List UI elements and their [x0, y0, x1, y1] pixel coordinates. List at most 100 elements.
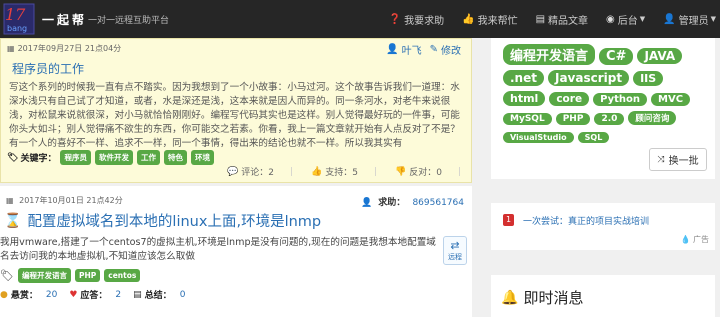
help-request-card: ▦ 2017年10月01日 21点42分 👤 求助： 869561764 ⌛ 配… [0, 186, 472, 317]
user-icon: 👤 [360, 198, 373, 208]
sidebar-tag[interactable]: 编程开发语言 [503, 44, 596, 65]
keyword-tag[interactable]: 环境 [190, 150, 214, 165]
request-poster-value[interactable]: 869561764 [412, 198, 464, 208]
nav-offer-help-label: 我来帮忙 [477, 15, 518, 27]
sidebar-tag[interactable]: Python [593, 93, 647, 106]
sidebar-tag[interactable]: PHP [555, 113, 591, 125]
sidebar-tag[interactable]: core [549, 92, 590, 106]
request-body: 我用vmware,搭建了一个centos7的虚拟主机,环境是lnmp是没有问题的… [0, 237, 436, 262]
request-tag[interactable]: PHP [74, 269, 101, 282]
nav-admin-label: 后台 [617, 15, 638, 27]
keyword-tag[interactable]: 工作 [136, 150, 160, 165]
sidebar-tag[interactable]: SQL [577, 132, 610, 143]
nav-admin-dropdown[interactable]: ◉ 后台 ▼ [606, 12, 645, 27]
request-tags: 🏷 编程开发语言 PHP centos [0, 268, 141, 283]
chevron-down-icon: ▼ [710, 15, 716, 23]
article-keywords: 🏷 关键字： 程序员 软件开发 工作 特色 环境 [7, 150, 214, 165]
bounty-stat: ● 悬赏： 20 [0, 288, 58, 302]
nav-articles-label: 精品文章 [548, 15, 589, 27]
user-icon: 👤 [663, 13, 676, 25]
request-poster-label: 求助： [378, 198, 406, 208]
sidebar-tag[interactable]: IIS [633, 71, 664, 86]
tags-icon: 🏷 [7, 152, 19, 163]
brand-slogan: 一对一远程互助平台 [88, 16, 170, 26]
bounty-value: 20 [45, 289, 58, 300]
oppose-count[interactable]: 👎 反对：0 | [395, 165, 461, 179]
nav-links: ❓ 我要求助 👍 我来帮忙 ▤ 精品文章 ◉ 后台 ▼ 👤 管理员 ▼ [371, 0, 716, 38]
sidebar-tag[interactable]: JAVA [637, 48, 683, 64]
bell-icon: 🔔 [501, 289, 519, 306]
keyword-tag[interactable]: 程序员 [60, 150, 91, 165]
nav-articles[interactable]: ▤ 精品文章 [536, 12, 588, 27]
edit-link[interactable]: 修改 [441, 42, 461, 57]
article-excerpt: 写这个系列的时候我一直有点不踏实。因为我想到了一个小故事：小马过河。这个故事告诉… [9, 82, 460, 149]
answer-label: 应答： [80, 291, 108, 301]
coin-icon: ● [0, 289, 8, 300]
article-author-actions: 👤 叶飞 ✎ 修改 [386, 42, 461, 57]
sidebar-tag[interactable]: VisualStudio [503, 132, 574, 143]
comment-label: 评论：2 [241, 168, 274, 178]
oppose-label: 反对：0 [409, 168, 442, 178]
dashboard-icon: ◉ [606, 13, 615, 25]
keyword-tag[interactable]: 特色 [163, 150, 187, 165]
request-stats: ● 悬赏： 20 ♥ 应答： 2 ▤ 总结： 0 [0, 288, 197, 302]
article-title[interactable]: 程序员的工作 [12, 60, 84, 77]
ad-label: 广告 [693, 235, 709, 244]
sidebar-tag[interactable]: MVC [651, 93, 691, 106]
remote-label: 远程 [448, 253, 462, 261]
promo-panel: 1 一次尝试：真正的项目实战培训 💧 广告 [491, 203, 715, 250]
svg-text:17: 17 [5, 5, 26, 24]
nav-ask-help[interactable]: ❓ 我要求助 [389, 12, 444, 27]
swap-batch-button[interactable]: ⤨ 换一批 [649, 148, 707, 171]
nav-offer-help[interactable]: 👍 我来帮忙 [462, 12, 517, 27]
document-icon: ▤ [133, 289, 142, 300]
bounty-label: 悬赏： [10, 291, 38, 301]
request-tag[interactable]: centos [104, 269, 141, 282]
request-tag[interactable]: 编程开发语言 [17, 268, 71, 283]
request-title-row: ⌛ 配置虚拟域名到本地的linux上面,环境是lnmp [4, 210, 321, 231]
sidebar-tag[interactable]: .net [503, 70, 544, 86]
summary-value: 0 [179, 289, 186, 300]
answer-value: 2 [115, 289, 122, 300]
article-datetime: 2017年09月27日 21点04分 [17, 44, 122, 53]
tag-cloud: 编程开发语言 C# JAVA .net Javascript IIS html core Pyt… [503, 44, 713, 148]
sidebar-tag[interactable]: MySQL [503, 113, 552, 125]
article-meta: ▦ 2017年09月27日 21点04分 [7, 43, 121, 54]
svg-text:bang: bang [7, 24, 27, 33]
ad-label-row: 💧 广告 [680, 234, 709, 245]
sidebar-tag[interactable]: Javascript [547, 70, 630, 86]
comment-count[interactable]: 💬 评论：2 | [227, 165, 293, 179]
nav-ask-help-label: 我要求助 [404, 15, 445, 27]
keyword-label: 关键字： [20, 154, 57, 164]
article-stats: 💬 评论：2 | 👍 支持：5 | 👎 反对：0 | [209, 165, 461, 179]
request-meta: ▦ 2017年10月01日 21点42分 [6, 195, 123, 206]
keyword-tag[interactable]: 软件开发 [94, 150, 133, 165]
swap-label: 换一批 [668, 156, 699, 167]
drop-icon: 💧 [680, 235, 691, 244]
request-title[interactable]: 配置虚拟域名到本地的linux上面,环境是lnmp [27, 210, 321, 231]
brand-name[interactable]: 一起帮 [42, 11, 87, 28]
nav-user-dropdown[interactable]: 👤 管理员 ▼ [663, 12, 716, 27]
comment-icon: 💬 [227, 166, 239, 177]
request-poster: 👤 求助： 869561764 [361, 195, 464, 208]
notice-heading: 🔔 即时消息 [501, 287, 583, 308]
calendar-icon: ▦ [7, 44, 15, 53]
promo-number-badge: 1 [503, 214, 514, 226]
sidebar-tag[interactable]: html [503, 91, 546, 106]
promo-link[interactable]: 一次尝试：真正的项目实战培训 [523, 214, 649, 227]
site-logo[interactable]: 17 bang [3, 3, 35, 35]
support-count[interactable]: 👍 支持：5 | [311, 165, 377, 179]
sidebar-tag[interactable]: C# [599, 48, 634, 65]
heart-icon: ♥ [69, 289, 78, 300]
sidebar-tag[interactable]: 2.0 [594, 113, 625, 125]
support-label: 支持：5 [325, 168, 358, 178]
thumbs-up-icon: 👍 [311, 166, 323, 177]
notice-title: 即时消息 [523, 289, 584, 307]
author-link[interactable]: 叶飞 [402, 42, 422, 57]
summary-label: 总结： [144, 291, 172, 301]
request-datetime: 2017年10月01日 21点42分 [19, 196, 123, 205]
sidebar-tag[interactable]: 顾问咨询 [628, 111, 677, 125]
book-icon: ▤ [535, 13, 546, 25]
remote-button[interactable]: ⇄ 远程 [443, 236, 467, 265]
tags-icon: 🏷 [0, 269, 14, 282]
